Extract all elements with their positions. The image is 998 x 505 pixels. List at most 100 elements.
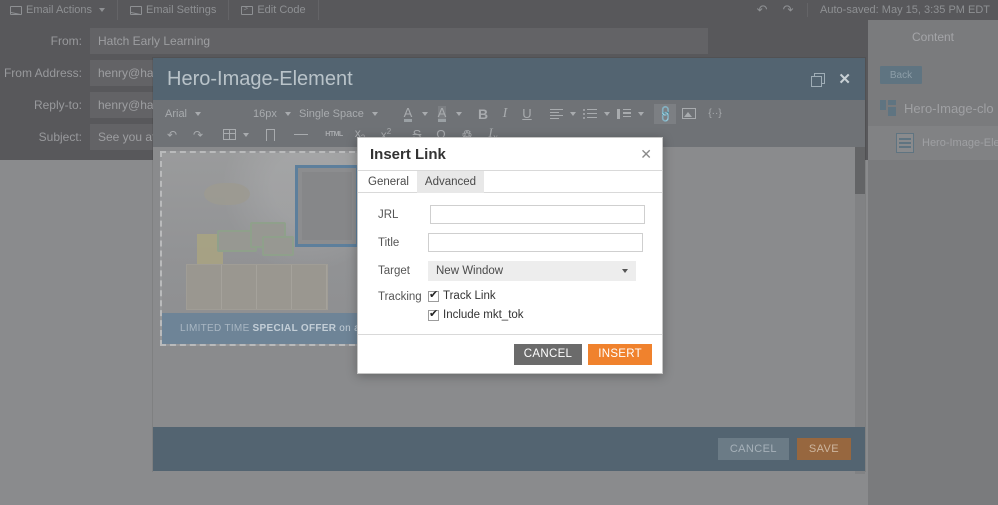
font-family-select[interactable]: Arial (159, 104, 247, 124)
bold-button[interactable]: B (472, 104, 494, 124)
autosave-status: Auto-saved: May 15, 3:35 PM EDT (820, 4, 990, 16)
chevron-down-icon (284, 111, 291, 116)
editor-header-actions: ✕ (811, 72, 851, 87)
horizontal-rule-button[interactable] (288, 125, 314, 145)
insert-link-dialog-header: Insert Link ✕ (358, 138, 662, 171)
editor-cancel-button[interactable]: CANCEL (717, 438, 789, 460)
line-spacing-select[interactable]: Single Space (293, 104, 397, 124)
url-input[interactable] (430, 205, 645, 224)
from-address-label: From Address: (3, 66, 82, 80)
align-chevron-down-icon[interactable] (567, 104, 579, 124)
chevron-down-icon (99, 8, 106, 12)
reply-to-label: Reply-to: (33, 98, 82, 112)
editor-scrollbar-thumb[interactable] (855, 147, 865, 194)
from-input[interactable]: Hatch Early Learning (90, 28, 708, 54)
code-icon (241, 4, 254, 15)
insert-link-button[interactable]: 🔗 (654, 103, 676, 124)
editor-scrollbar[interactable] (855, 147, 865, 474)
link-insert-button[interactable]: INSERT (588, 343, 652, 365)
text-color-button[interactable]: A (397, 104, 419, 124)
table-icon (222, 129, 236, 140)
decorative-picture-frame (295, 165, 359, 247)
tab-advanced[interactable]: Advanced (416, 171, 485, 193)
tab-general[interactable]: General (360, 171, 417, 193)
html-code-icon: HTML (325, 131, 343, 138)
image-icon (682, 108, 696, 119)
track-link-checkbox[interactable] (428, 289, 439, 302)
text-color-chevron-down-icon[interactable] (419, 104, 431, 124)
title-input[interactable] (428, 233, 643, 252)
target-select-value: New Window (436, 265, 504, 277)
toolbar-row-1: Arial 16px Single Space A A B I U 🔗 {··} (159, 103, 859, 124)
from-label: From: (50, 34, 82, 48)
insert-link-dialog-footer: CANCEL INSERT (358, 335, 662, 373)
row-title: Title (368, 233, 652, 252)
menu-email-actions[interactable]: Email Actions (0, 0, 119, 20)
editor-footer: CANCEL SAVE (153, 427, 865, 471)
bookmark-button[interactable] (259, 125, 281, 147)
module-icon (880, 100, 896, 116)
chevron-down-icon (622, 269, 628, 273)
classroom-photo: LIMITED TIME SPECIAL OFFER on a (162, 153, 363, 344)
align-button[interactable] (545, 104, 567, 124)
highlight-color-chevron-down-icon[interactable] (453, 104, 465, 124)
close-icon[interactable]: ✕ (640, 147, 652, 161)
italic-button[interactable]: I (494, 104, 516, 124)
sidebar-tabstrip: Content (868, 20, 998, 54)
insert-image-button[interactable] (676, 104, 702, 124)
insert-link-form: JRL Title Target New Window Tracking Tra… (358, 193, 662, 338)
target-select[interactable]: New Window (428, 261, 636, 281)
editor-header: Hero-Image-Element ✕ (153, 58, 865, 100)
indent-icon (617, 108, 631, 119)
banner-text-pre: LIMITED TIME (180, 323, 250, 334)
font-size-select[interactable]: 16px (247, 104, 293, 124)
editor-save-button[interactable]: SAVE (796, 438, 851, 460)
insert-link-tabs: General Advanced (358, 171, 662, 193)
tree-item-hero-image-clo[interactable]: Hero-Image-clo (868, 100, 998, 116)
track-link-option[interactable]: Track Link (428, 289, 524, 302)
table-chevron-down-icon[interactable] (240, 125, 252, 145)
close-icon[interactable]: ✕ (838, 72, 851, 87)
html-snippet-button[interactable]: HTML (321, 125, 347, 145)
offer-banner: LIMITED TIME SPECIAL OFFER on a (162, 313, 363, 344)
menu-email-settings[interactable]: Email Settings (118, 0, 230, 20)
chevron-down-icon (195, 111, 202, 116)
include-mkt-tok-checkbox[interactable] (428, 308, 439, 321)
form-row-from: From: Hatch Early Learning (0, 28, 868, 54)
link-icon: 🔗 (654, 103, 676, 124)
top-bar-right-group: ↶ ↷ Auto-saved: May 15, 3:35 PM EDT (749, 0, 998, 20)
decorative-mobile (204, 183, 250, 205)
undo-icon[interactable]: ↶ (749, 2, 775, 18)
font-size-value: 16px (253, 107, 277, 120)
restore-window-icon[interactable] (811, 72, 826, 87)
underline-button[interactable]: U (516, 104, 538, 124)
editor-title: Hero-Image-Element (167, 67, 353, 90)
tree-item-hero-image-ele[interactable]: Hero-Image-Ele (868, 126, 998, 160)
insert-token-button[interactable]: {··} (702, 104, 728, 124)
tracking-options: Track Link Include mkt_tok (428, 289, 524, 321)
undo-button[interactable]: ↶ (159, 125, 185, 145)
back-button[interactable]: Back (880, 66, 922, 84)
bullet-list-chevron-down-icon[interactable] (601, 104, 613, 124)
include-mkt-tok-option[interactable]: Include mkt_tok (428, 308, 524, 321)
track-link-label: Track Link (443, 290, 496, 302)
insert-table-button[interactable] (218, 125, 240, 145)
document-icon (896, 133, 914, 153)
menu-edit-code[interactable]: Edit Code (229, 0, 319, 20)
highlight-color-button[interactable]: A (431, 104, 453, 124)
top-menu-bar: Email Actions Email Settings Edit Code ↶… (0, 0, 998, 20)
indent-chevron-down-icon[interactable] (635, 104, 647, 124)
indent-button[interactable] (613, 104, 635, 124)
decorative-shelf (186, 264, 328, 310)
redo-icon[interactable]: ↷ (775, 2, 801, 18)
tab-content[interactable]: Content (868, 20, 998, 54)
title-label: Title (378, 236, 400, 249)
hero-image-element-preview[interactable]: LIMITED TIME SPECIAL OFFER on a (160, 151, 365, 346)
insert-link-dialog: Insert Link ✕ General Advanced JRL Title… (357, 137, 663, 374)
include-mkt-tok-label: Include mkt_tok (443, 309, 524, 321)
bullet-list-button[interactable] (579, 104, 601, 124)
envelope-icon (130, 5, 143, 15)
redo-button[interactable]: ↷ (185, 125, 211, 145)
subject-label: Subject: (38, 130, 82, 144)
link-cancel-button[interactable]: CANCEL (513, 343, 583, 365)
